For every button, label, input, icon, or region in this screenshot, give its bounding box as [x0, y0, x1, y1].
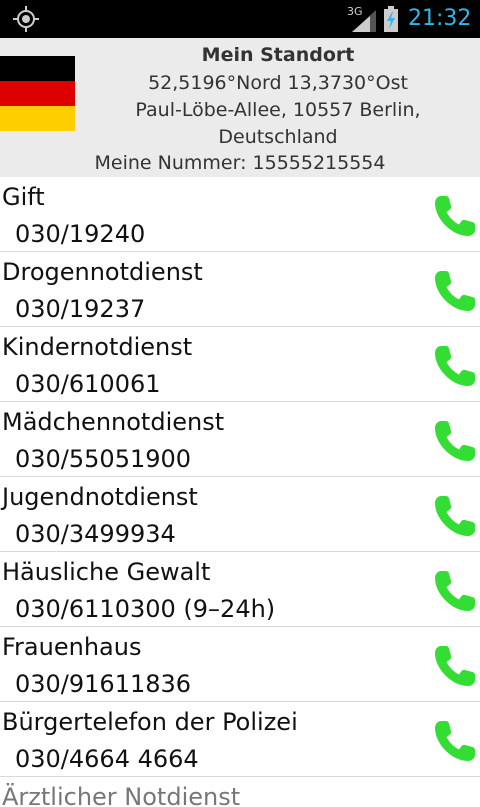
flag-stripe-black	[0, 56, 75, 81]
contact-name: Mädchennotdienst	[2, 408, 225, 436]
my-phone-number: Meine Nummer: 15555215554	[94, 152, 386, 174]
contact-number: 030/91611836	[15, 670, 192, 698]
list-item[interactable]: Kindernotdienst 030/610061	[0, 327, 480, 402]
contact-number: 030/6110300 (9–24h)	[15, 595, 276, 623]
phone-call-icon[interactable]	[432, 568, 478, 614]
contact-number: 030/3499934	[15, 520, 176, 548]
status-clock: 21:32	[408, 6, 472, 31]
contact-name: Gift	[2, 183, 45, 211]
list-item[interactable]: Drogennotdienst 030/19237	[0, 252, 480, 327]
location-address-line2: Deutschland	[218, 126, 338, 148]
gps-icon	[13, 6, 39, 32]
flag-stripe-gold	[0, 106, 75, 131]
list-item[interactable]: Jugendnotdienst 030/3499934	[0, 477, 480, 552]
phone-call-icon[interactable]	[432, 343, 478, 389]
contact-number: 030/19237	[15, 295, 146, 323]
contact-name: Bürgertelefon der Polizei	[2, 708, 298, 736]
germany-flag-icon	[0, 56, 75, 131]
phone-call-icon[interactable]	[432, 418, 478, 464]
location-address-line1: Paul-Löbe-Allee, 10557 Berlin,	[135, 99, 421, 121]
signal-icon	[352, 10, 376, 32]
contact-number: 030/4664 4664	[15, 745, 199, 773]
list-item[interactable]: Häusliche Gewalt 030/6110300 (9–24h)	[0, 552, 480, 627]
contact-name: Drogennotdienst	[2, 258, 203, 286]
phone-call-icon[interactable]	[432, 718, 478, 764]
contact-number: 030/19240	[15, 220, 146, 248]
list-item[interactable]: Bürgertelefon der Polizei 030/4664 4664	[0, 702, 480, 777]
phone-call-icon[interactable]	[432, 493, 478, 539]
contact-name: Ärztlicher Notdienst	[2, 783, 241, 807]
phone-call-icon[interactable]	[432, 268, 478, 314]
list-item[interactable]: Frauenhaus 030/91611836	[0, 627, 480, 702]
location-coordinates: 52,5196°Nord 13,3730°Ost	[148, 72, 408, 94]
contact-number: 030/55051900	[15, 445, 192, 473]
location-header: Mein Standort 52,5196°Nord 13,3730°Ost P…	[0, 38, 480, 177]
list-item[interactable]: Ärztlicher Notdienst	[0, 777, 480, 807]
phone-call-icon[interactable]	[432, 643, 478, 689]
contact-name: Kindernotdienst	[2, 333, 193, 361]
list-item[interactable]: Mädchennotdienst 030/55051900	[0, 402, 480, 477]
location-info: Mein Standort 52,5196°Nord 13,3730°Ost P…	[78, 38, 478, 151]
contact-name: Jugendnotdienst	[2, 483, 198, 511]
location-title: Mein Standort	[201, 44, 355, 66]
contact-name: Frauenhaus	[2, 633, 142, 661]
flag-stripe-red	[0, 81, 75, 106]
status-bar: 3G 21:32	[0, 0, 480, 38]
contact-name: Häusliche Gewalt	[2, 558, 211, 586]
list-item[interactable]: Gift 030/19240	[0, 177, 480, 252]
emergency-number-list[interactable]: Gift 030/19240 Drogennotdienst 030/19237…	[0, 177, 480, 807]
phone-call-icon[interactable]	[432, 193, 478, 239]
contact-number: 030/610061	[15, 370, 161, 398]
battery-charging-icon	[384, 6, 398, 32]
